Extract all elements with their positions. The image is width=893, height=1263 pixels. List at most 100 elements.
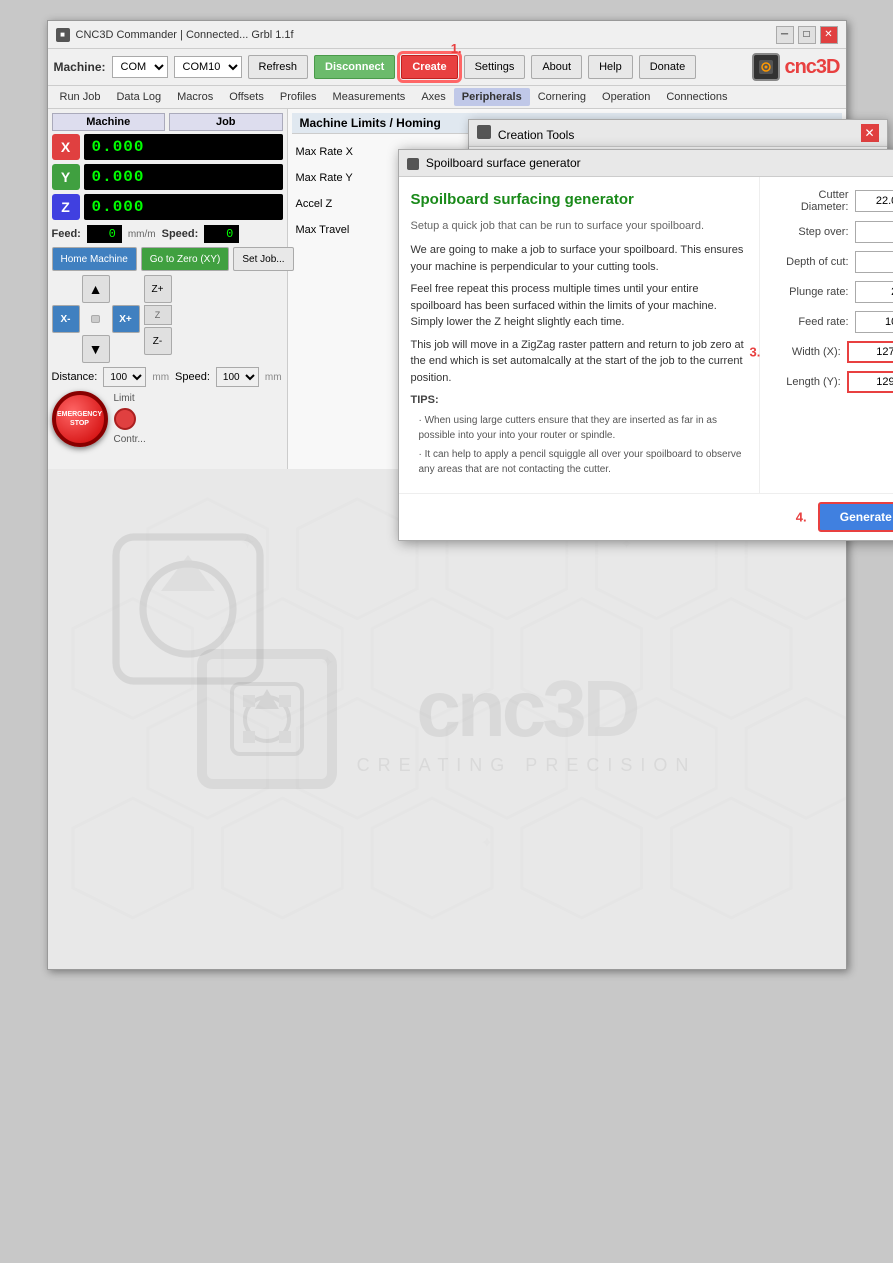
length-input[interactable]	[847, 371, 893, 393]
annotation-1: 1.	[451, 41, 462, 56]
length-row: Length (Y): ▲ ▼ mm/m	[772, 371, 893, 393]
depth-label: Depth of cut:	[772, 256, 849, 268]
speed-value: 0	[204, 225, 239, 243]
sb-subtitle: Setup a quick job that can be run to sur…	[411, 218, 747, 235]
contrl-label: Contr...	[114, 434, 146, 445]
title-bar: ■ CNC3D Commander | Connected... Grbl 1.…	[48, 21, 846, 49]
logo-text: cnc3D	[784, 56, 839, 79]
depth-row: Depth of cut: ▲ ▼ mm	[772, 251, 893, 273]
feed-unit: mm/m	[128, 229, 156, 240]
x-plus-button[interactable]: X+	[112, 305, 140, 333]
home-machine-button[interactable]: Home Machine	[52, 247, 137, 271]
refresh-button[interactable]: Refresh	[248, 55, 309, 79]
sb-right-panel: Cutter Diameter: ▲ ▼ mm Step over:	[759, 177, 893, 493]
toolbar: Machine: COM COM10 Refresh Disconnect Cr…	[48, 49, 846, 86]
donate-button[interactable]: Donate	[639, 55, 696, 79]
z-controls: Z+ Z Z-	[144, 275, 172, 355]
distance-unit: mm	[152, 372, 169, 383]
menu-profiles[interactable]: Profiles	[272, 88, 325, 106]
cutter-diameter-input[interactable]	[855, 190, 893, 212]
dist-speed-row: Distance: 100 mm Speed: 100 mm	[52, 367, 283, 387]
feed-label: Feed:	[52, 228, 81, 240]
creation-tools-icon	[477, 125, 491, 139]
maximize-button[interactable]: □	[798, 26, 816, 44]
feed-rate-input[interactable]	[855, 311, 893, 333]
distance-label: Distance:	[52, 371, 98, 383]
limit-controls: Limit Contr...	[114, 393, 146, 445]
go-zero-button[interactable]: Go to Zero (XY)	[141, 247, 230, 271]
spoilboard-modal: Spoilboard surface generator ✕ Spoilboar…	[398, 149, 893, 541]
help-button[interactable]: Help	[588, 55, 633, 79]
sb-footer: 4. Generate Close	[399, 493, 893, 540]
about-button[interactable]: About	[531, 55, 582, 79]
logo-area: cnc3D	[752, 53, 839, 81]
sb-title-left: Spoilboard surface generator	[407, 156, 581, 170]
minimize-button[interactable]: ─	[776, 26, 794, 44]
feed-speed-row: Feed: 0 mm/m Speed: 0	[52, 225, 283, 243]
menu-data-log[interactable]: Data Log	[108, 88, 169, 106]
step-over-input[interactable]	[855, 221, 893, 243]
limit-indicator	[114, 408, 136, 430]
create-button[interactable]: Create	[401, 55, 457, 79]
sb-icon	[407, 158, 419, 170]
emergency-area: EMERGENCYSTOP Limit Contr...	[52, 391, 283, 447]
com10-select[interactable]: COM10	[174, 56, 242, 78]
close-button[interactable]: ✕	[820, 26, 838, 44]
menu-run-job[interactable]: Run Job	[52, 88, 109, 106]
com-port-select[interactable]: COM	[112, 56, 168, 78]
sb-text2: Feel free repeat this process multiple t…	[411, 281, 747, 331]
sb-tips-label: TIPS:	[411, 392, 747, 409]
plunge-row: Plunge rate: ▲ ▼ mm/m	[772, 281, 893, 303]
y-plus-button[interactable]: ▲	[82, 275, 110, 303]
limit-label: Limit	[114, 393, 146, 404]
cutter-diameter-label: Cutter Diameter:	[772, 189, 849, 213]
z-plus-button[interactable]: Z+	[144, 275, 172, 303]
step-over-row: Step over: ▲ ▼ %	[772, 221, 893, 243]
sb-modal-title: Spoilboard surfacing generator	[411, 189, 747, 212]
set-job-button[interactable]: Set Job...	[233, 247, 293, 271]
app-title: CNC3D Commander | Connected... Grbl 1.1f	[76, 29, 294, 41]
depth-input[interactable]	[855, 251, 893, 273]
distance-select[interactable]: 100	[103, 367, 146, 387]
z-minus-button[interactable]: Z-	[144, 327, 172, 355]
sb-text1: We are going to make a job to surface yo…	[411, 242, 747, 275]
menu-measurements[interactable]: Measurements	[325, 88, 414, 106]
sb-text3: This job will move in a ZigZag raster pa…	[411, 337, 747, 387]
menu-operation[interactable]: Operation	[594, 88, 658, 106]
width-row-container: 3. Width (X): ▲ ▼ mm/m	[772, 341, 893, 363]
speed-unit-jog: mm	[265, 372, 282, 383]
menu-connections[interactable]: Connections	[658, 88, 735, 106]
y-minus-button[interactable]: ▼	[82, 335, 110, 363]
settings-button[interactable]: Settings	[464, 55, 526, 79]
left-panel: Machine Job X 0.000 Y 0.000 Z 0.000 Feed…	[48, 109, 288, 469]
feed-value: 0	[87, 225, 122, 243]
generate-button[interactable]: Generate	[818, 502, 893, 532]
z-indicator: Z	[144, 305, 172, 325]
annotation-3: 3.	[750, 345, 761, 360]
x-minus-button[interactable]: X-	[52, 305, 80, 333]
menu-axes[interactable]: Axes	[413, 88, 453, 106]
creation-tools-title-bar: Creation Tools ✕	[469, 120, 887, 147]
x-axis-label: X	[52, 134, 80, 160]
estop-label: EMERGENCYSTOP	[57, 410, 102, 428]
svg-text:✦: ✦	[319, 653, 334, 673]
menu-offsets[interactable]: Offsets	[221, 88, 272, 106]
feed-rate-row: Feed rate: ▲ ▼ mm/m	[772, 311, 893, 333]
disconnect-button[interactable]: Disconnect	[314, 55, 395, 79]
width-input[interactable]	[847, 341, 893, 363]
sb-body: Spoilboard surfacing generator Setup a q…	[399, 177, 893, 493]
z-axis-value: 0.000	[84, 194, 283, 220]
modal-overlay: Creation Tools ✕ Project creation tools …	[288, 109, 846, 469]
menu-peripherals[interactable]: Peripherals	[454, 88, 530, 106]
menu-macros[interactable]: Macros	[169, 88, 221, 106]
cutter-diameter-row: Cutter Diameter: ▲ ▼ mm	[772, 189, 893, 213]
menu-cornering[interactable]: Cornering	[530, 88, 594, 106]
speed-select[interactable]: 100	[216, 367, 259, 387]
main-area: Machine Job X 0.000 Y 0.000 Z 0.000 Feed…	[48, 109, 846, 469]
width-row: Width (X): ▲ ▼ mm/m	[772, 341, 893, 363]
menu-bar: Run Job Data Log Macros Offsets Profiles…	[48, 86, 846, 109]
y-axis-label: Y	[52, 164, 80, 190]
plunge-input[interactable]	[855, 281, 893, 303]
emergency-stop-button[interactable]: EMERGENCYSTOP	[52, 391, 108, 447]
creation-tools-close-button[interactable]: ✕	[861, 124, 879, 142]
